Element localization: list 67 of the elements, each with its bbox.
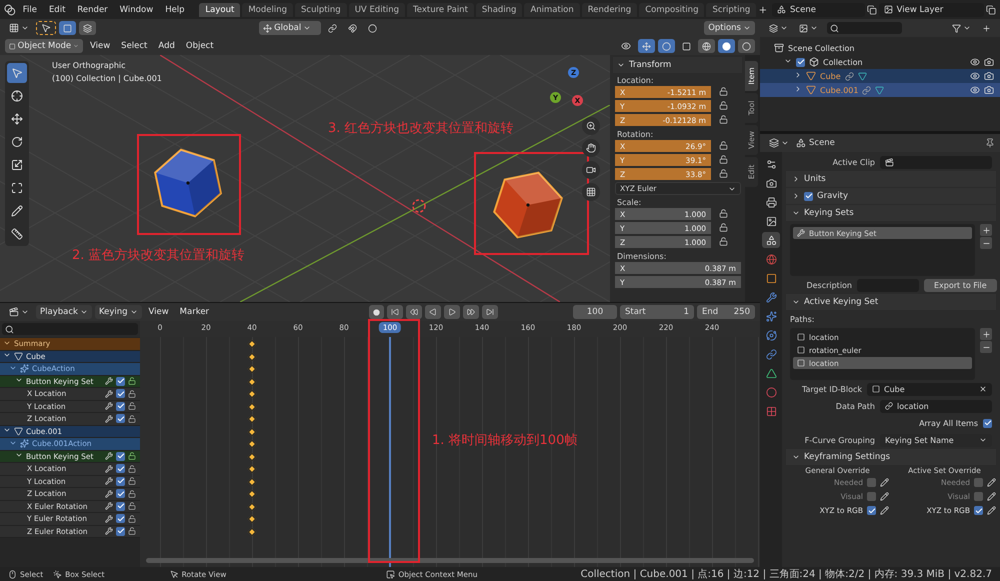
orientation-dropdown[interactable]: Global <box>259 21 322 35</box>
annotation-text: 1. 将时间轴移动到100帧 <box>432 432 578 449</box>
workspace-tab[interactable]: Rendering <box>582 2 638 16</box>
menu-item[interactable]: File <box>18 4 42 14</box>
header-menu[interactable]: Select <box>117 39 152 53</box>
workspace-tab[interactable]: Animation <box>524 2 580 16</box>
view-info: (100) Collection | Cube.001 <box>52 74 162 83</box>
export-button[interactable]: Export to File <box>924 278 997 292</box>
field-label: Paths: <box>790 314 814 324</box>
header-menu[interactable]: View <box>86 39 114 53</box>
options-dropdown[interactable]: Options <box>704 21 755 35</box>
header-menu[interactable]: Marker <box>176 305 214 319</box>
menu-item[interactable]: Help <box>160 4 190 14</box>
panel-header[interactable]: Gravity <box>786 188 996 204</box>
scene-field[interactable]: Scene <box>772 2 865 16</box>
field-label: Active Clip <box>832 158 875 166</box>
outliner-item-name: Scene Collection <box>788 44 855 52</box>
header-menu[interactable]: Keying <box>94 305 142 319</box>
header-menu[interactable]: Object <box>182 39 218 53</box>
workspace-tab[interactable]: Scripting <box>706 2 756 16</box>
panel-header[interactable]: Units <box>786 171 996 187</box>
field-label: F-Curve Grouping <box>804 436 875 444</box>
outliner-row[interactable]: Collection <box>760 55 1000 69</box>
field-label: Data Path <box>834 402 875 410</box>
context-label: Scene <box>809 138 835 148</box>
view-layer-field[interactable]: View Layer <box>878 2 984 16</box>
outliner-item-name: Cube.001 <box>820 86 858 94</box>
field-label: Description <box>805 280 852 290</box>
group-label: Scale: <box>616 197 642 207</box>
menu-item[interactable]: Window <box>114 4 158 14</box>
header-menu[interactable]: Add <box>154 39 179 53</box>
annotation-text: 2. 蓝色方块改变其位置和旋转 <box>72 247 245 264</box>
outliner-row[interactable]: Cube.001 <box>760 83 1000 97</box>
workspace-tab[interactable]: Compositing <box>639 2 704 16</box>
field-label: Array All Items <box>919 418 978 428</box>
header-menu[interactable]: View <box>144 305 173 319</box>
panel-header[interactable]: Keying Sets <box>786 205 996 221</box>
outliner-item-name: Collection <box>823 58 863 66</box>
workspace-tab[interactable]: Modeling <box>242 2 293 16</box>
menu-item[interactable]: Edit <box>44 4 70 14</box>
workspace-tab[interactable]: UV Editing <box>348 2 406 16</box>
scene-statistics: Collection | Cube.001 | 点:16 | 边:12 | 三角面:24 | 物体:2/2 | 内存: 39.3 MiB | v2.82.7 <box>580 568 992 581</box>
workspace-tab[interactable]: Layout <box>199 2 240 16</box>
panel-header[interactable]: Active Keying Set <box>786 294 996 310</box>
outliner-row[interactable]: Cube <box>760 69 1000 83</box>
current-frame-field[interactable]: 100 <box>573 305 617 319</box>
header-menu[interactable]: Playback <box>36 305 92 319</box>
grouping-dropdown[interactable]: Keying Set Name <box>880 434 992 446</box>
group-label: Dimensions: <box>616 251 668 261</box>
mode-dropdown[interactable]: Object Mode <box>5 39 83 53</box>
menu-item[interactable]: Render <box>72 4 113 14</box>
field-label: Target ID-Block <box>800 384 862 394</box>
group-label: Rotation: <box>616 129 654 139</box>
workspace-tab[interactable]: Sculpting <box>295 2 347 16</box>
panel-header[interactable]: Keyframing Settings <box>786 449 996 465</box>
start-frame-field[interactable]: Start 1 <box>620 305 694 319</box>
group-label: Location: <box>616 75 655 85</box>
outliner-item-name: Cube <box>820 72 841 80</box>
workspace-tab[interactable]: Texture Paint <box>407 2 474 16</box>
view-name: User Orthographic <box>52 61 126 70</box>
end-frame-field[interactable]: End 250 <box>697 305 755 319</box>
annotation-text: 3. 红色方块也改变其位置和旋转 <box>328 120 514 137</box>
data-path-field[interactable]: location <box>880 400 992 412</box>
target-field[interactable]: Cube <box>867 382 992 396</box>
outliner-row[interactable]: Scene Collection <box>760 41 1000 55</box>
workspace-tab[interactable]: Shading <box>476 2 522 16</box>
panel-header[interactable]: Transform <box>613 57 742 73</box>
